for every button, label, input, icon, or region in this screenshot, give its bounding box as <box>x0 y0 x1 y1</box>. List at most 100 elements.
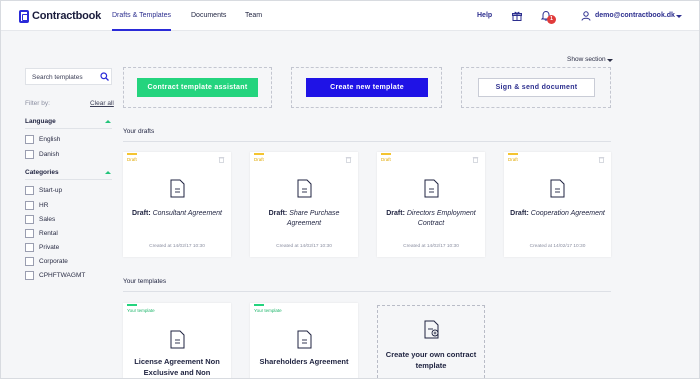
template-title: License Agreement Non Exclusive and Non … <box>134 357 220 377</box>
draft-tag: Draft <box>254 157 264 162</box>
search-icon[interactable] <box>100 72 109 81</box>
draft-card[interactable]: Draft Draft: Directors Employment Contra… <box>377 152 485 257</box>
template-card[interactable]: Your template License Agreement Non Excl… <box>123 303 231 378</box>
checkbox-label: Start-up <box>39 186 63 194</box>
nav-drafts-templates[interactable]: Drafts & Templates <box>112 1 172 31</box>
checkbox-label: Corporate <box>39 257 68 265</box>
chevron-up-icon[interactable] <box>105 120 111 123</box>
checkbox[interactable] <box>25 228 34 238</box>
draft-prefix: Draft: <box>386 210 405 217</box>
create-action-box: Create new template <box>291 67 442 108</box>
filter-category-sales[interactable]: Sales <box>25 214 55 224</box>
categories-heading[interactable]: Categories <box>25 169 59 176</box>
language-heading[interactable]: Language <box>25 118 56 125</box>
draft-tag-bar <box>508 153 518 155</box>
checkbox-label: Sales <box>39 215 56 223</box>
draft-prefix: Draft: <box>131 210 151 217</box>
draft-tag: Draft <box>508 157 518 162</box>
template-title: Shareholders Agreement <box>259 357 349 366</box>
draft-name: Directors Employment Contract <box>406 210 476 227</box>
draft-card[interactable]: Draft Draft: Consultant Agreement Create… <box>123 152 231 257</box>
create-new-template-button[interactable]: Create new template <box>306 78 428 97</box>
chevron-up-icon[interactable] <box>105 171 111 174</box>
checkbox-label: English <box>39 135 61 143</box>
drafts-heading: Your drafts <box>123 128 155 135</box>
divider <box>25 128 112 129</box>
document-icon <box>550 179 565 198</box>
clear-all-link[interactable]: Clear all <box>90 100 114 107</box>
checkbox[interactable] <box>25 134 34 144</box>
nav-team[interactable]: Team <box>245 1 262 31</box>
checkbox-label: Rental <box>39 229 58 237</box>
divider <box>123 141 611 142</box>
contract-template-assistant-button[interactable]: Contract template assistant <box>137 78 258 97</box>
template-tag: Your template <box>127 308 155 313</box>
filter-category-hr[interactable]: HR <box>25 200 48 210</box>
user-menu[interactable]: demo@contractbook.dk <box>595 1 675 31</box>
checkbox[interactable] <box>25 270 34 280</box>
search-box <box>25 68 112 85</box>
draft-card[interactable]: Draft Draft: Cooperation Agreement Creat… <box>504 152 611 257</box>
created-date: Created at 14/02/17 10:30 <box>529 244 586 249</box>
checkbox[interactable] <box>25 256 34 266</box>
user-icon[interactable] <box>581 11 591 21</box>
trash-icon[interactable] <box>345 156 352 163</box>
checkbox[interactable] <box>25 185 34 195</box>
templates-heading: Your templates <box>123 278 167 285</box>
filter-language-english[interactable]: English <box>25 134 60 144</box>
checkbox[interactable] <box>25 149 34 159</box>
show-section-dropdown[interactable]: Show section <box>567 56 606 63</box>
trash-icon[interactable] <box>218 156 225 163</box>
draft-title: Draft: Share Purchase Agreement <box>254 209 354 229</box>
document-icon <box>424 179 439 198</box>
app-frame: Contractbook Drafts & Templates Document… <box>0 0 700 379</box>
filter-by-label: Filter by: <box>25 100 50 107</box>
draft-prefix: Draft: <box>510 210 529 217</box>
chevron-down-icon[interactable] <box>676 15 682 18</box>
search-input[interactable] <box>32 72 97 82</box>
template-card[interactable]: Your template Shareholders Agreement <box>250 303 358 378</box>
draft-tag: Draft <box>381 157 391 162</box>
document-icon <box>170 330 185 349</box>
filter-category-private[interactable]: Private <box>25 242 59 252</box>
create-own-template-label: Create your own contract template <box>385 350 477 370</box>
draft-title: Draft: Cooperation Agreement <box>508 209 607 219</box>
logo-icon <box>19 9 29 23</box>
draft-title: Draft: Consultant Agreement <box>127 209 227 219</box>
draft-tag-bar <box>381 153 391 155</box>
notification-badge: 1 <box>547 15 556 24</box>
draft-tag: Draft <box>127 157 137 162</box>
filter-language-danish[interactable]: Danish <box>25 149 59 159</box>
assistant-action-box: Contract template assistant <box>123 67 272 108</box>
logo-text: Contractbook <box>32 10 102 22</box>
filter-category-startup[interactable]: Start-up <box>25 185 62 195</box>
sign-send-document-button[interactable]: Sign & send document <box>478 78 595 97</box>
draft-tag-bar <box>127 153 137 155</box>
document-icon <box>170 179 185 198</box>
logo[interactable]: Contractbook <box>19 9 101 23</box>
gift-icon[interactable] <box>512 11 522 21</box>
document-icon <box>297 179 312 198</box>
checkbox-label: CPHFTWAGMT <box>39 271 86 279</box>
divider <box>123 291 611 292</box>
trash-icon[interactable] <box>598 156 605 163</box>
draft-prefix: Draft: <box>268 210 288 217</box>
nav-documents[interactable]: Documents <box>191 1 226 31</box>
filter-category-rental[interactable]: Rental <box>25 228 58 238</box>
checkbox[interactable] <box>25 242 34 252</box>
checkbox[interactable] <box>25 214 34 224</box>
created-date: Created at 14/02/17 10:30 <box>276 244 332 249</box>
help-link[interactable]: Help <box>477 1 492 31</box>
filter-category-cphftwagmt[interactable]: CPHFTWAGMT <box>25 270 85 280</box>
draft-card[interactable]: Draft Draft: Share Purchase Agreement Cr… <box>250 152 358 257</box>
filter-category-corporate[interactable]: Corporate <box>25 256 68 266</box>
trash-icon[interactable] <box>472 156 479 163</box>
template-tag: Your template <box>254 308 282 313</box>
checkbox[interactable] <box>25 200 34 210</box>
created-date: Created at 14/02/17 10:30 <box>149 244 205 249</box>
top-navigation-bar: Contractbook Drafts & Templates Document… <box>1 1 699 31</box>
create-own-template-card[interactable]: Create your own contract template <box>377 305 485 378</box>
template-tag-bar <box>254 304 264 306</box>
caret-down-icon[interactable] <box>607 59 613 62</box>
draft-name: Consultant Agreement <box>152 210 223 217</box>
